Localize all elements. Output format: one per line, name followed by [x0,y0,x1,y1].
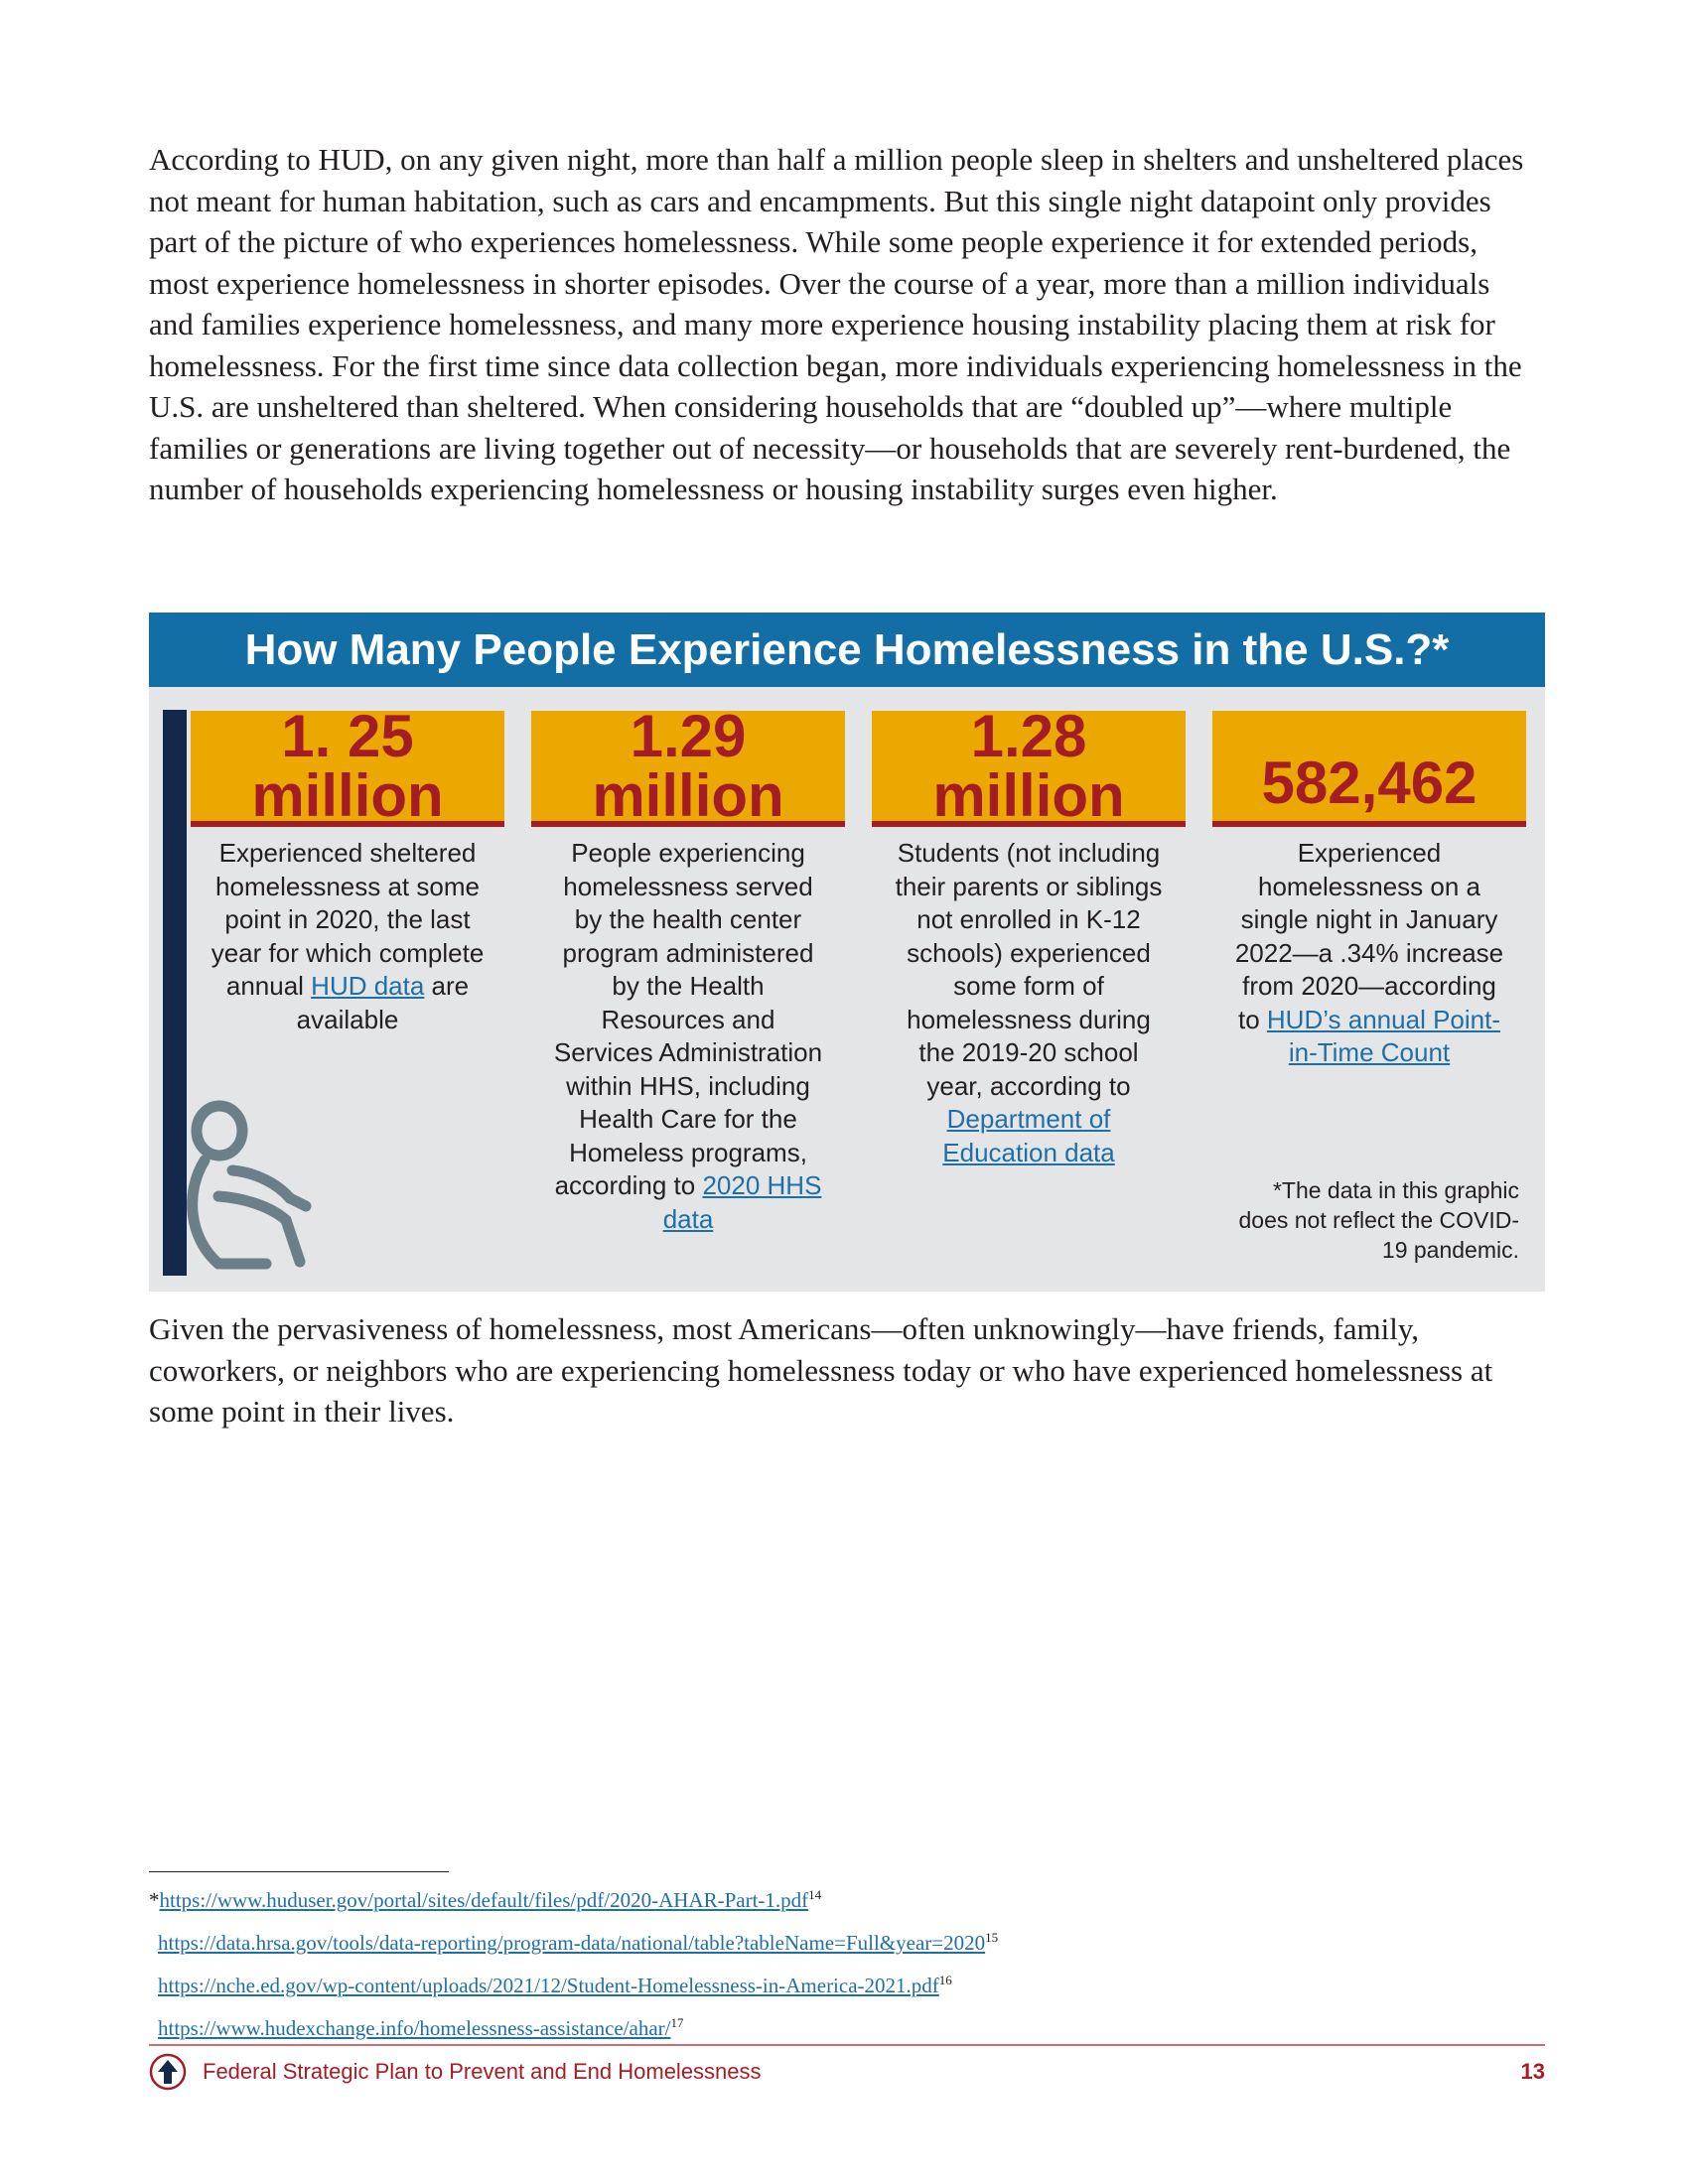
stat-description: Experienced homelessness on a single nig… [1212,837,1526,1070]
stat-box: 582,462 [1212,711,1526,827]
stat-card-point-in-time: 582,462 Experienced homelessness on a si… [1212,711,1526,1070]
footnote: https://data.hrsa.gov/tools/data-reporti… [149,1919,998,1962]
pit-count-link[interactable]: HUD’s annual Point-in-Time Count [1267,1005,1500,1068]
infographic-note: *The data in this graphic does not refle… [1238,1177,1519,1263]
footnote: https://www.hudexchange.info/homelessnes… [149,2004,998,2047]
outro-paragraph: Given the pervasiveness of homelessness,… [149,1311,1493,1429]
stat-description: Students (not including their parents or… [872,837,1186,1169]
education-data-link[interactable]: Department of Education data [942,1104,1114,1167]
intro-paragraph: According to HUD, on any given night, mo… [149,142,1524,506]
up-arrow-circle-icon [149,2053,187,2091]
person-sitting-hugging-knees-icon [187,1100,312,1270]
stat-value: 1. 25 million [251,702,444,829]
stat-value: 582,462 [1261,750,1477,816]
footnote-link[interactable]: https://www.hudexchange.info/homelessnes… [158,2016,671,2040]
stat-box: 1. 25 million [191,706,504,827]
footnote-number: 14 [808,1887,822,1902]
stat-box: 1.28 million [872,706,1186,827]
footnote: *https://www.huduser.gov/portal/sites/de… [149,1876,998,1919]
stat-card-students: 1.28 million Students (not including the… [872,706,1186,1169]
page-number: 13 [1520,2059,1545,2084]
footnote-number: 15 [985,1930,999,1945]
footnote-rule [149,1871,449,1872]
footnote-marker: * [149,1888,160,1912]
footnote-number: 17 [670,2015,684,2030]
stat-card-sheltered: 1. 25 million Experienced sheltered home… [191,706,504,1036]
stat-description-text: Students (not including their parents or… [895,838,1163,1101]
footnote-link[interactable]: https://nche.ed.gov/wp-content/uploads/2… [158,1974,939,1997]
hud-data-link[interactable]: HUD data [311,971,424,1001]
footnote-link[interactable]: https://data.hrsa.gov/tools/data-reporti… [158,1931,985,1955]
footnote-number: 16 [938,1973,952,1987]
stat-value: 1.29 million [592,702,784,829]
infographic-title: How Many People Experience Homelessness … [149,613,1545,687]
stat-description: Experienced sheltered homelessness at so… [191,837,504,1036]
stat-description: People experiencing homelessness served … [531,837,845,1236]
stat-box: 1.29 million [531,706,845,827]
stat-description-text: People experiencing homelessness served … [553,838,823,1200]
footnote-link[interactable]: https://www.huduser.gov/portal/sites/def… [160,1888,809,1912]
footer-title: Federal Strategic Plan to Prevent and En… [203,2059,762,2084]
homelessness-infographic: How Many People Experience Homelessness … [149,613,1545,1292]
stat-value: 1.28 million [932,702,1125,829]
footer-rule [149,2044,1545,2046]
footnotes: *https://www.huduser.gov/portal/sites/de… [149,1876,998,2047]
footnote: https://nche.ed.gov/wp-content/uploads/2… [149,1962,998,2004]
stat-card-health-center: 1.29 million People experiencing homeles… [531,706,845,1236]
